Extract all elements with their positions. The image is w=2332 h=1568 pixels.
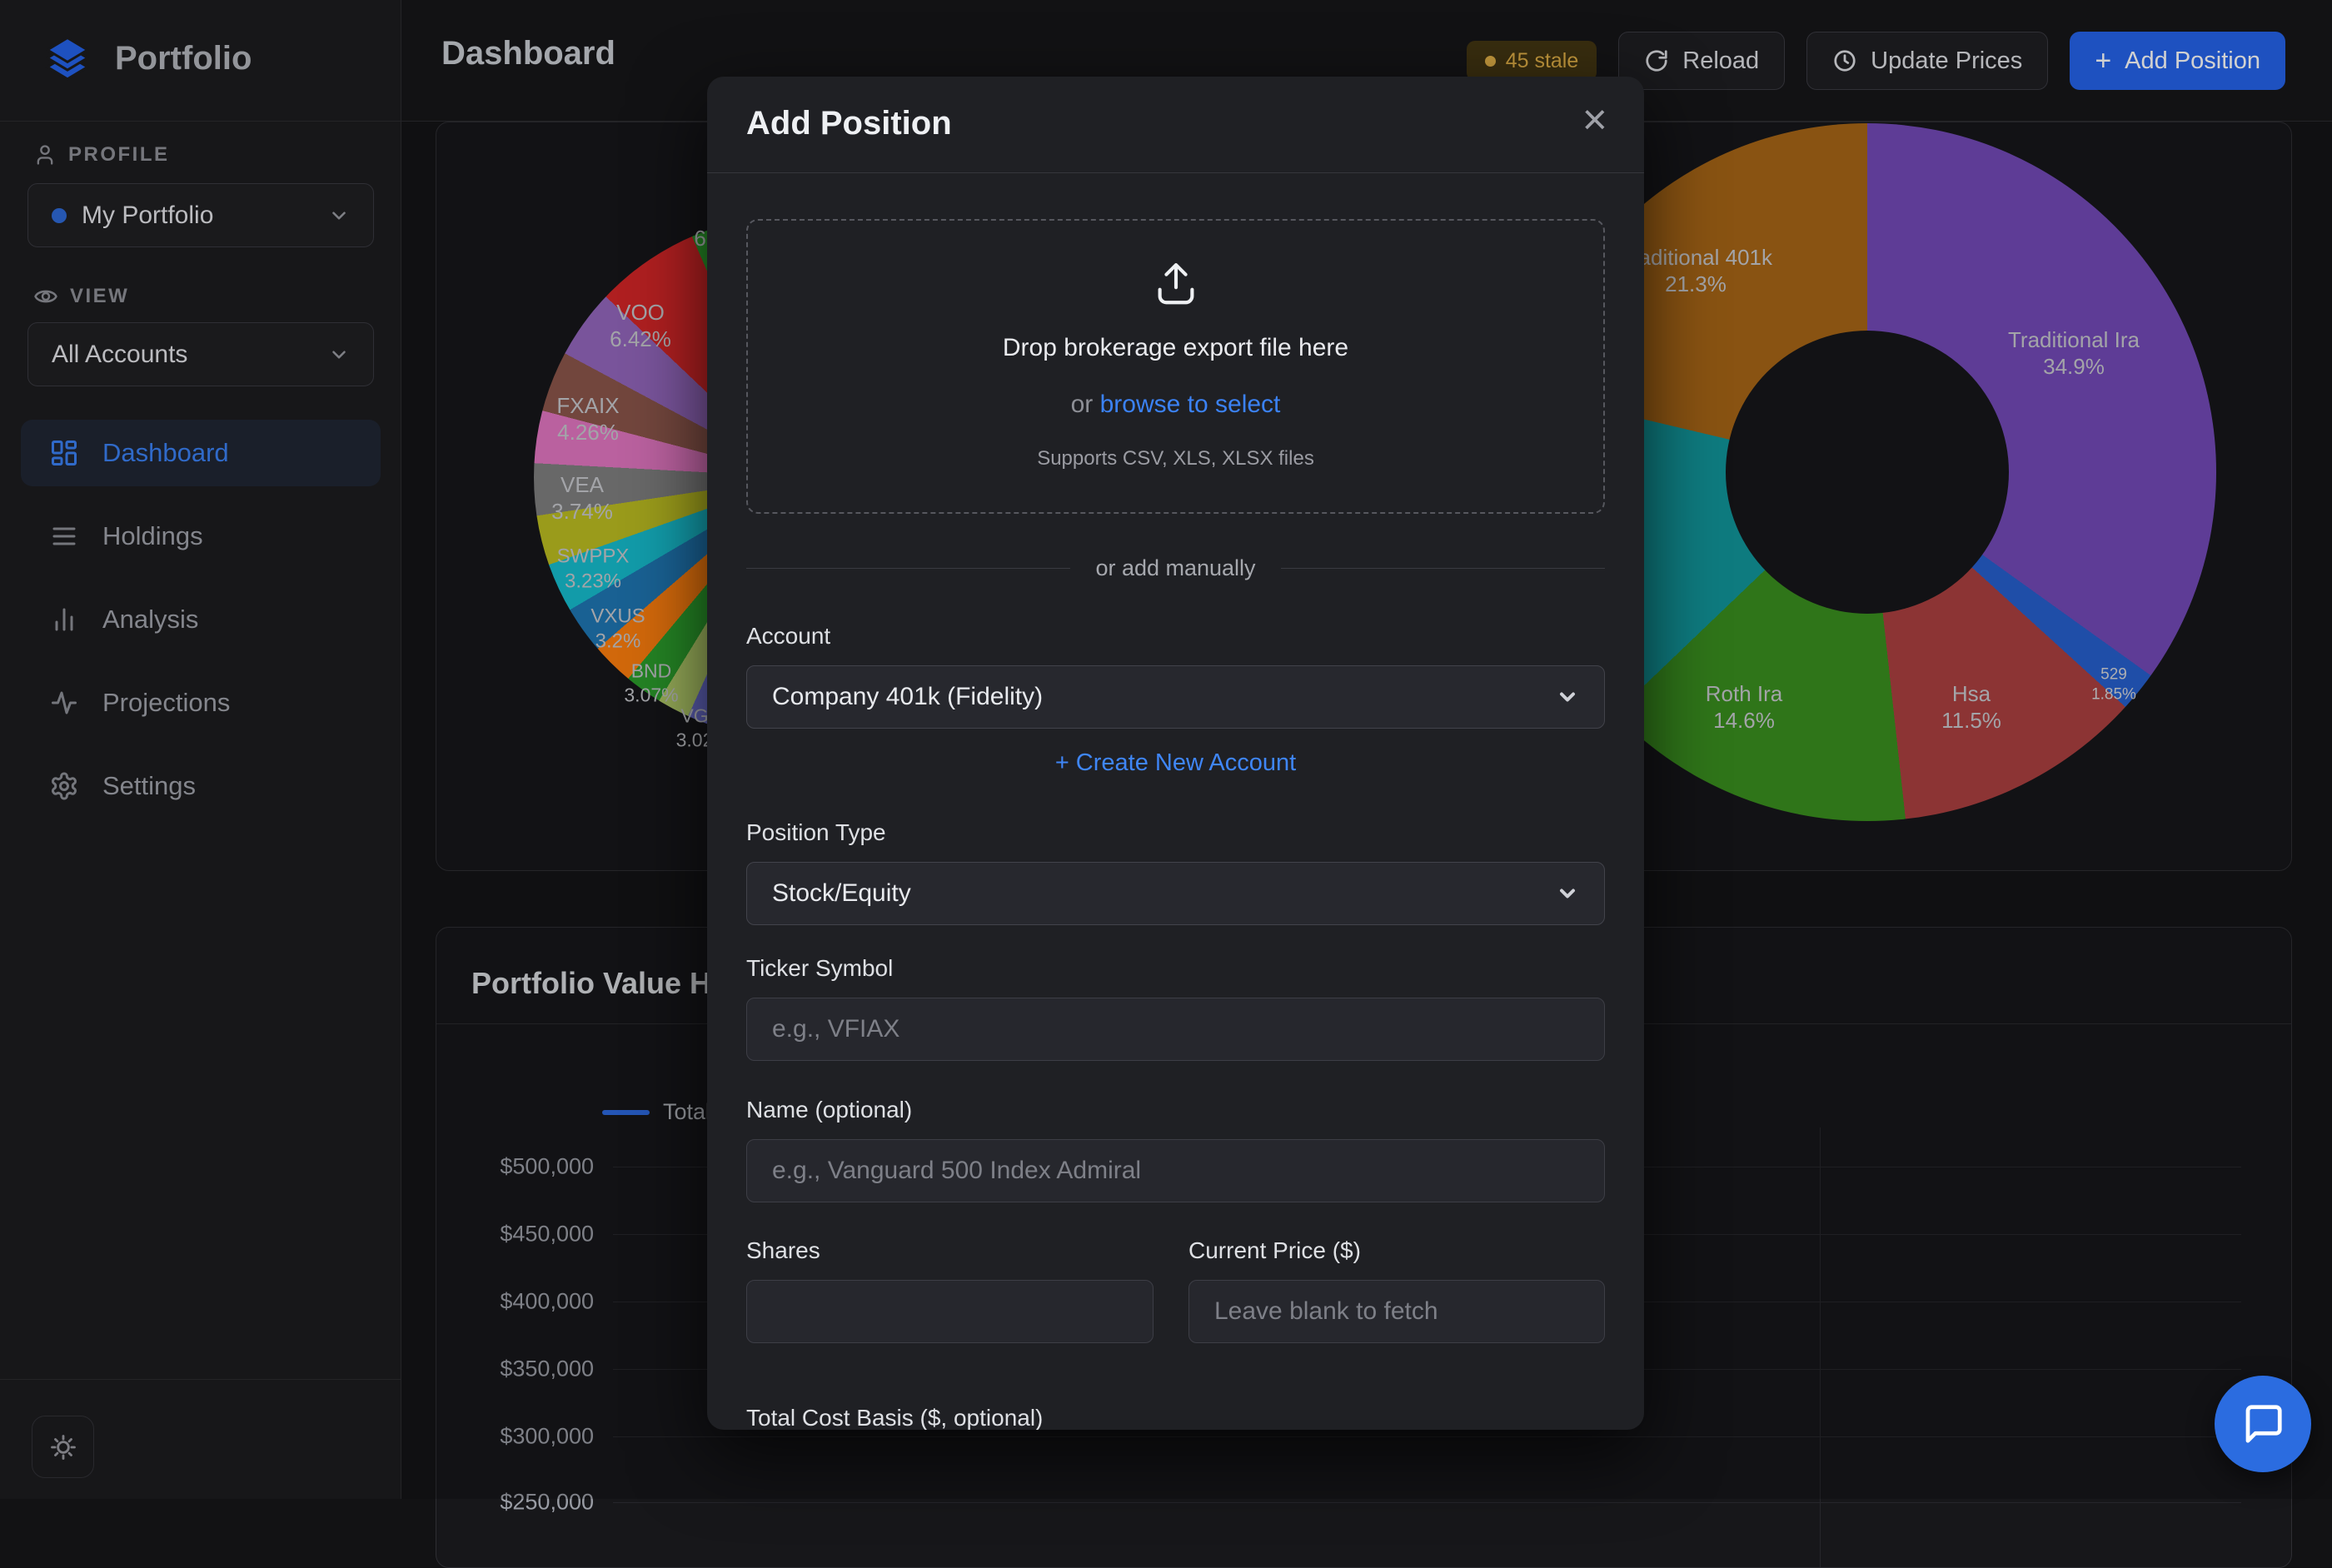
name-input[interactable] [746,1139,1605,1202]
position-type-label: Position Type [746,819,886,846]
account-label: Account [746,623,830,650]
chat-bubble-icon [2240,1401,2285,1446]
account-select-value: Company 401k (Fidelity) [772,683,1556,711]
ticker-symbol-label: Ticker Symbol [746,955,893,982]
create-new-account-link[interactable]: + Create New Account [707,749,1644,777]
shares-label: Shares [746,1237,820,1264]
name-label: Name (optional) [746,1097,912,1123]
close-icon[interactable]: × [1582,98,1607,142]
position-type-select[interactable]: Stock/Equity [746,862,1605,925]
modal-title: Add Position [746,105,952,142]
file-dropzone[interactable]: Drop brokerage export file here or brows… [746,219,1605,514]
position-type-select-value: Stock/Equity [772,879,1556,908]
or-add-manually-divider: or add manually [746,555,1605,580]
upload-icon [1150,257,1202,313]
chat-button[interactable] [2215,1376,2311,1472]
ticker-symbol-input[interactable] [746,998,1605,1061]
chevron-down-icon [1556,882,1579,905]
current-price-label: Current Price ($) [1188,1237,1361,1264]
add-position-modal: Add Position × Drop brokerage export fil… [707,77,1644,1430]
or-add-manually-label: or add manually [1095,555,1255,581]
dropzone-or-text: or [1071,391,1100,418]
total-cost-basis-label: Total Cost Basis ($, optional) [746,1405,1043,1430]
account-select[interactable]: Company 401k (Fidelity) [746,665,1605,729]
modal-divider [707,172,1644,173]
current-price-input[interactable] [1188,1280,1605,1343]
gridline [613,1502,2241,1503]
dropzone-line2: or browse to select [748,391,1603,419]
browse-to-select-link[interactable]: browse to select [1100,391,1281,418]
chevron-down-icon [1556,685,1579,709]
dropzone-line1: Drop brokerage export file here [748,334,1603,362]
dropzone-supported-files: Supports CSV, XLS, XLSX files [748,447,1603,470]
shares-input[interactable] [746,1280,1154,1343]
